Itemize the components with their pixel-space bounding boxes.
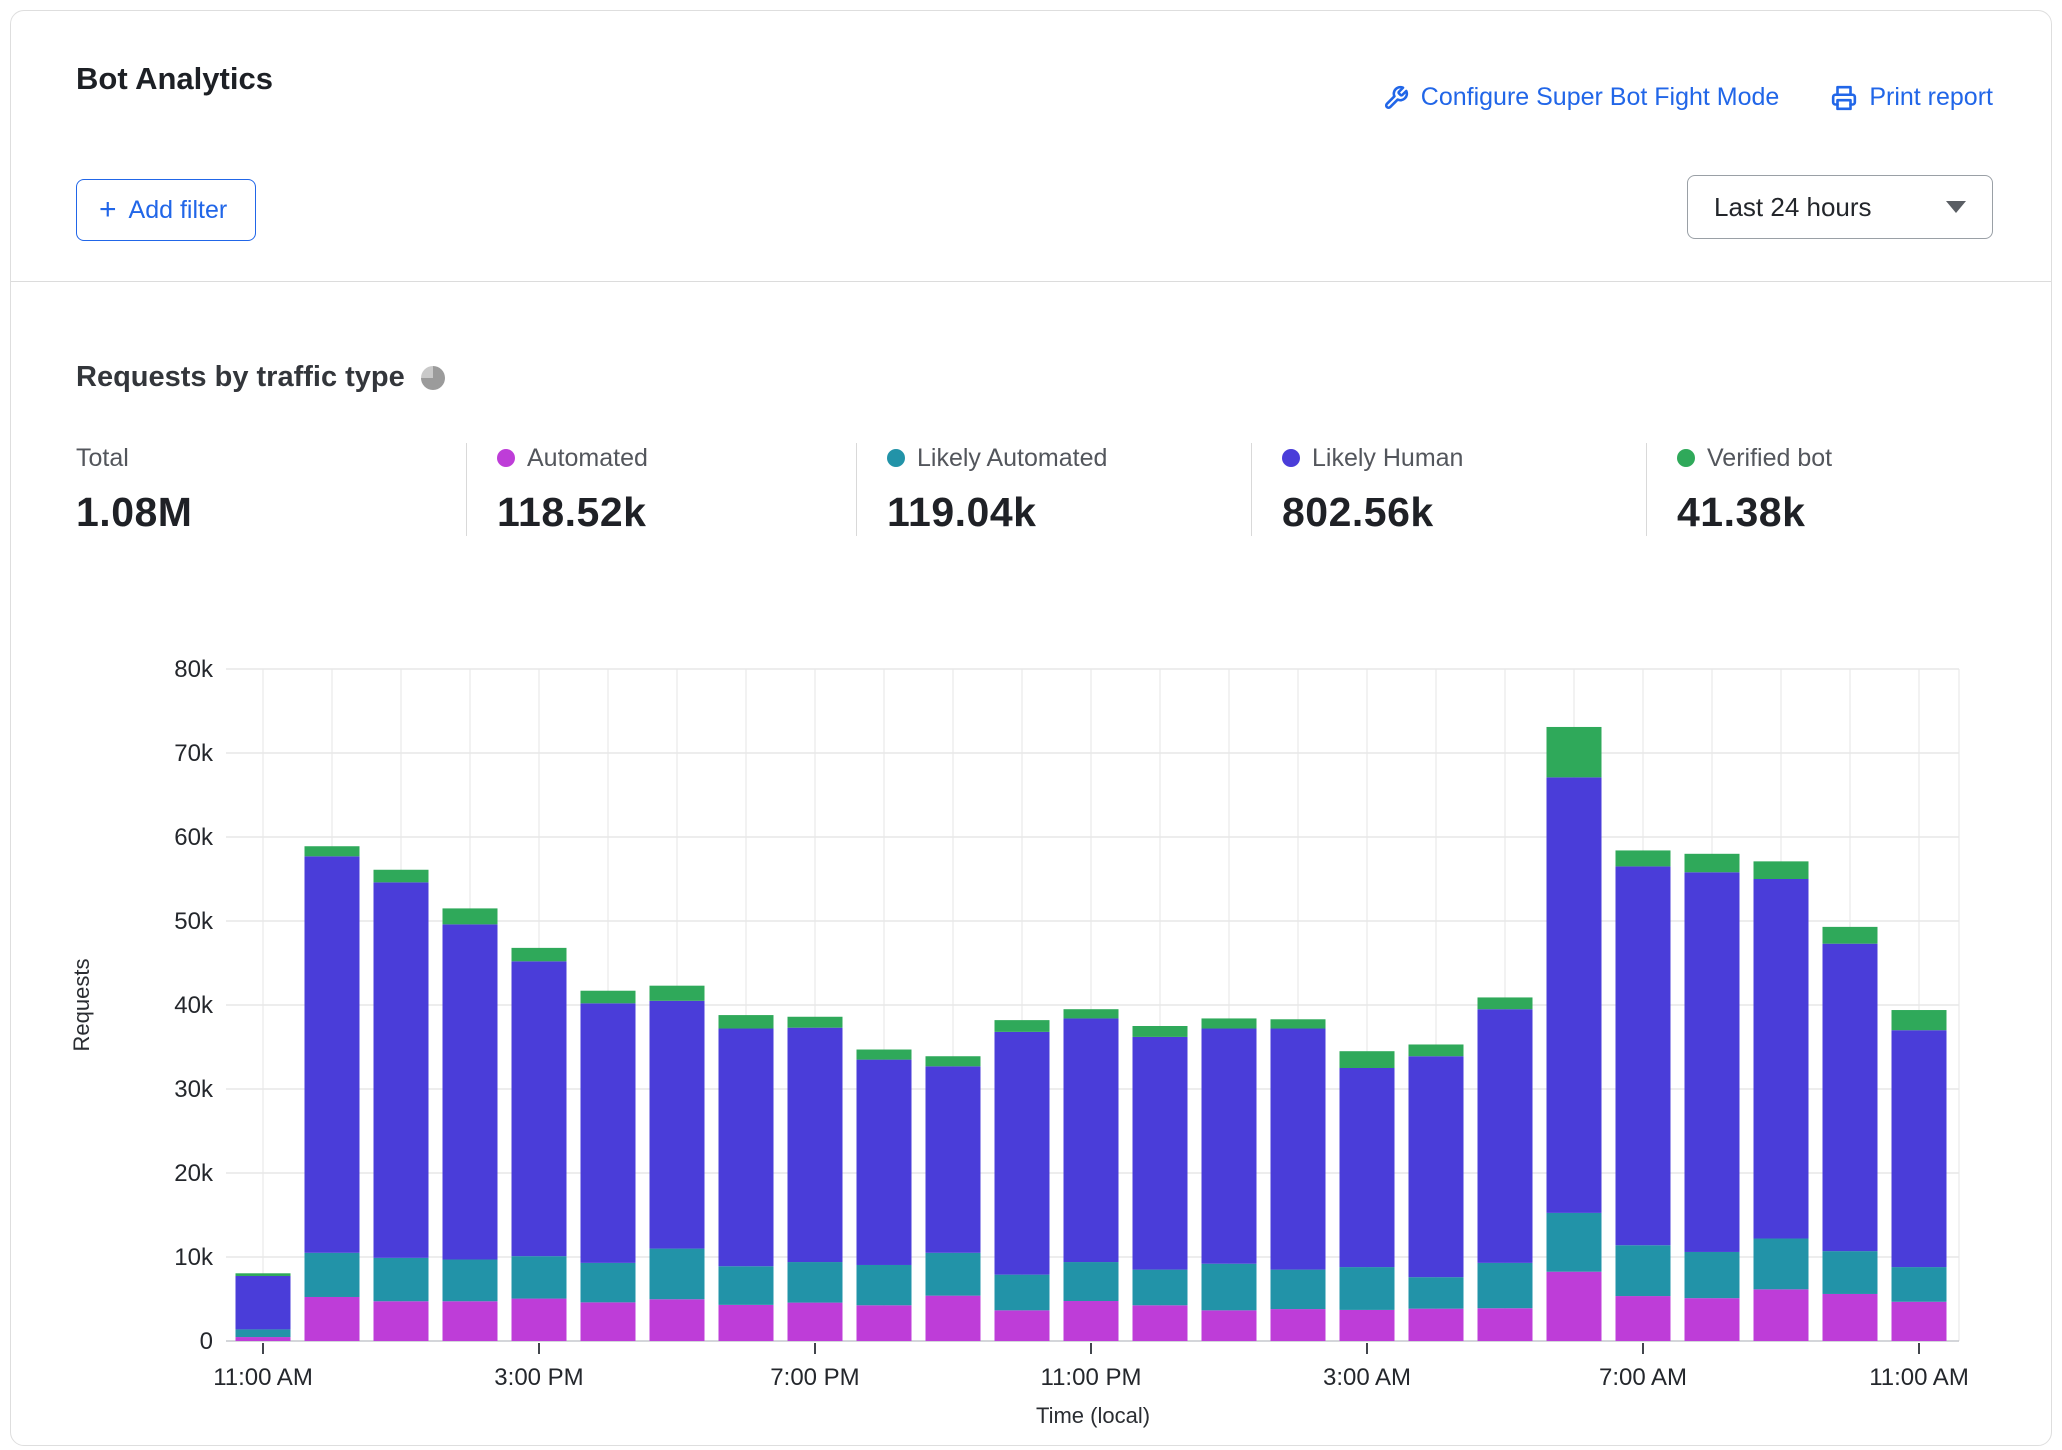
chevron-down-icon [1946,201,1966,213]
svg-text:7:00 AM: 7:00 AM [1599,1364,1687,1391]
stat-card: Likely Automated 119.04k [856,443,1251,536]
svg-text:3:00 AM: 3:00 AM [1323,1364,1411,1391]
pie-chart-icon [421,366,445,390]
stat-value: 1.08M [76,489,436,536]
add-filter-button[interactable]: + Add filter [76,179,256,241]
svg-text:20k: 20k [174,1160,214,1187]
print-report-link[interactable]: Print report [1831,83,1993,112]
stat-card: Automated 118.52k [466,443,856,536]
stat-color-dot [887,449,905,467]
requests-stacked-bar-chart: 0 10k 20k 30k 40k 50k 60k 70k 80k 11:00 AM 3:00 PM… [11,611,2062,1450]
svg-text:50k: 50k [174,908,214,935]
svg-text:11:00 AM: 11:00 AM [213,1364,313,1391]
svg-text:30k: 30k [174,1076,214,1103]
stat-label: Likely Human [1312,444,1463,473]
stat-value: 119.04k [887,489,1221,536]
traffic-stats-row: Total 1.08M Automated 118.52k Likely Aut… [76,443,2036,536]
stat-value: 802.56k [1282,489,1616,536]
section-title: Requests by traffic type [76,361,405,394]
stat-value: 41.38k [1677,489,2006,536]
stat-color-dot [497,449,515,467]
header-links: Configure Super Bot Fight Mode Print rep… [1383,83,1993,112]
svg-text:70k: 70k [174,740,214,767]
svg-text:Requests: Requests [69,959,94,1052]
bot-analytics-page: Bot Analytics Configure Super Bot Fight … [0,0,2062,1450]
stat-label: Automated [527,444,648,473]
time-range-dropdown[interactable]: Last 24 hours [1687,175,1993,239]
printer-icon [1831,85,1857,111]
svg-text:7:00 PM: 7:00 PM [770,1364,859,1391]
svg-text:80k: 80k [174,656,214,683]
wrench-icon [1383,85,1409,111]
section-title-row: Requests by traffic type [76,361,445,394]
analytics-card: Bot Analytics Configure Super Bot Fight … [10,10,2052,1446]
plus-icon: + [99,195,117,225]
svg-text:11:00 AM: 11:00 AM [1869,1364,1969,1391]
stat-color-dot [1677,449,1695,467]
stat-card: Total 1.08M [76,443,466,536]
stat-card: Verified bot 41.38k [1646,443,2036,536]
configure-super-bot-fight-mode-link[interactable]: Configure Super Bot Fight Mode [1383,83,1780,112]
svg-text:0: 0 [200,1328,213,1355]
svg-text:11:00 PM: 11:00 PM [1041,1364,1142,1391]
svg-text:60k: 60k [174,824,214,851]
svg-text:10k: 10k [174,1244,214,1271]
page-title: Bot Analytics [76,61,273,97]
print-link-label: Print report [1869,83,1993,112]
stat-color-dot [1282,449,1300,467]
svg-text:Time (local): Time (local) [1036,1403,1150,1428]
svg-text:3:00 PM: 3:00 PM [494,1364,583,1391]
stat-value: 118.52k [497,489,826,536]
stat-label: Likely Automated [917,444,1107,473]
stat-label: Verified bot [1707,444,1832,473]
stat-card: Likely Human 802.56k [1251,443,1646,536]
add-filter-label: Add filter [129,196,228,225]
configure-link-label: Configure Super Bot Fight Mode [1421,83,1780,112]
svg-text:40k: 40k [174,992,214,1019]
time-range-value: Last 24 hours [1714,192,1872,223]
stat-label: Total [76,444,129,473]
header-divider [11,281,2051,282]
